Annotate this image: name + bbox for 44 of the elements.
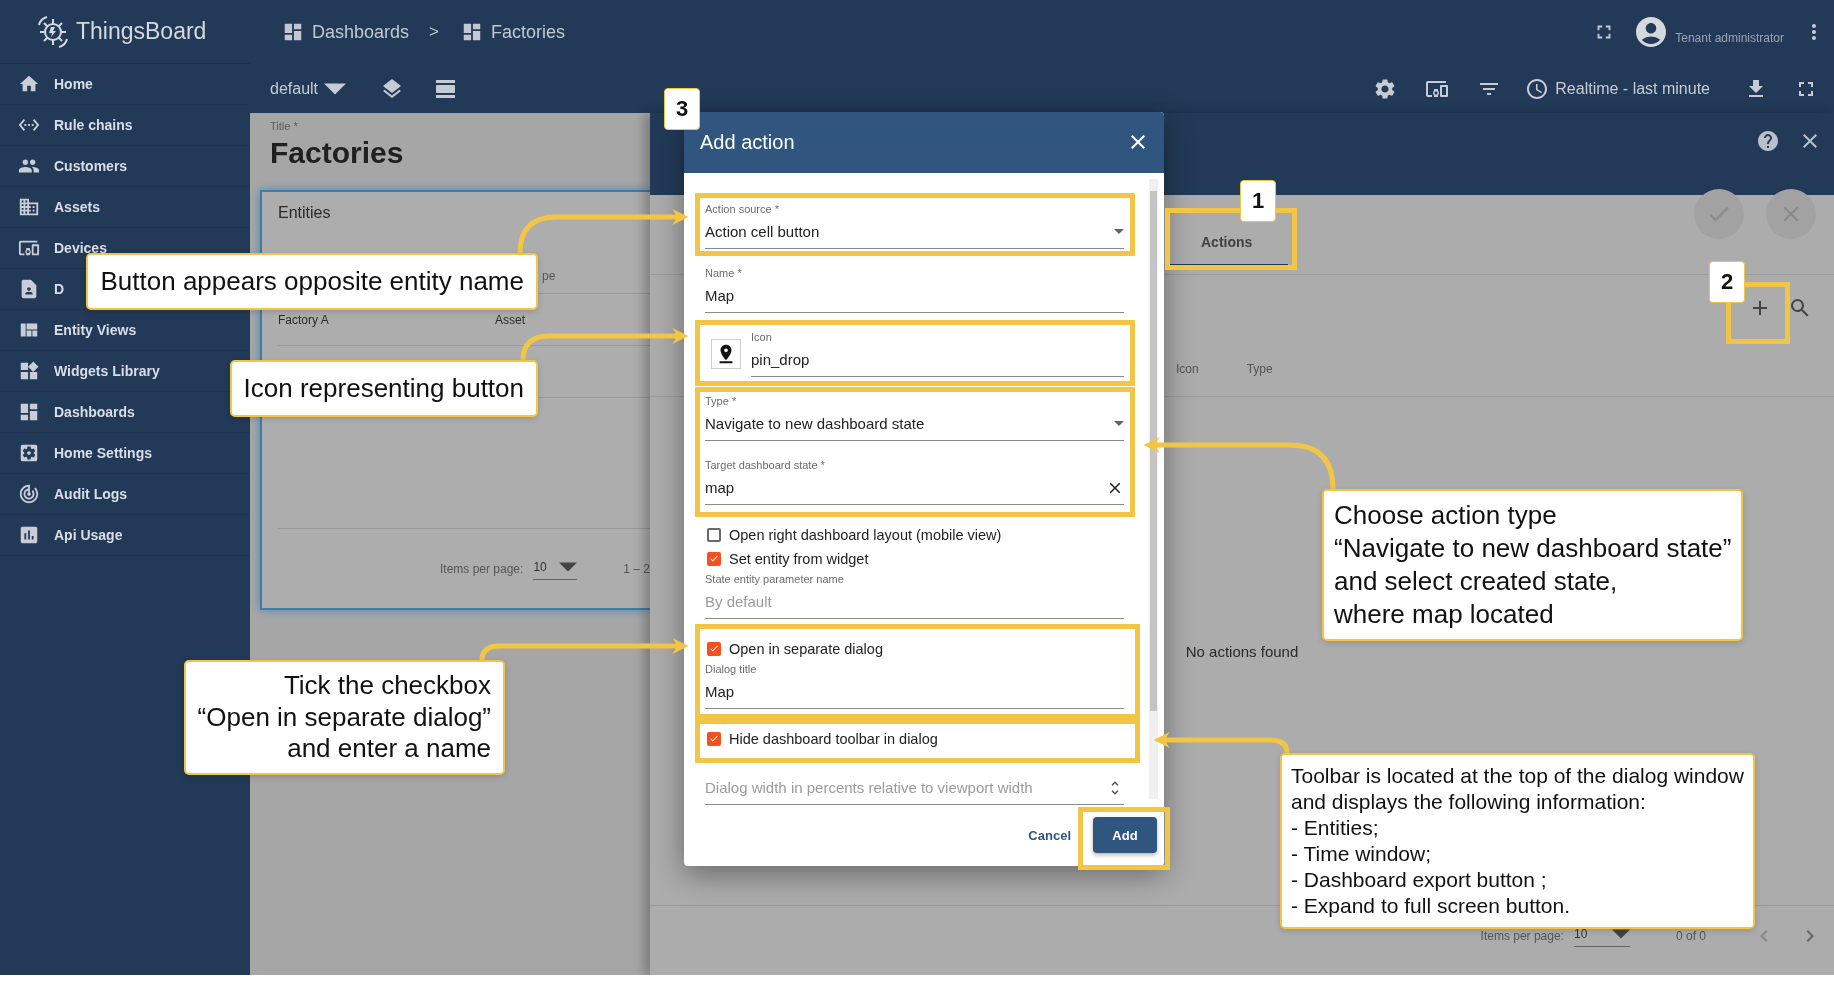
column-header: Icon	[1176, 361, 1199, 376]
placeholder: By default	[705, 591, 772, 612]
step-badge: 2	[1709, 261, 1745, 303]
placeholder: Dialog width in percents relative to viewport width	[705, 777, 1033, 798]
field-label: Name *	[705, 265, 743, 280]
field-label: Type *	[705, 393, 738, 408]
field-value: Action cell button	[705, 221, 820, 242]
callout-tooltip: Toolbar is located at the top of the dialog window and displays the following information: - Entities; - Time window; - Dashboard export button ; - Expand to full screen button.	[1280, 753, 1755, 930]
step-badge: 1	[1240, 180, 1276, 222]
page-range: 0 of 0	[1675, 928, 1706, 943]
callout-tooltip: Choose action type “Navigate to new dashboard state” and select created state, where map located	[1322, 489, 1744, 642]
field-label: Dialog title	[705, 661, 758, 676]
field-value: pin_drop	[751, 349, 810, 370]
pager-label: Items per page:	[1480, 928, 1564, 943]
field-value: Navigate to new dashboard state	[705, 413, 925, 434]
breadcrumb-separator: >	[429, 22, 439, 42]
field-label: Target dashboard state *	[705, 457, 826, 472]
checkbox-label: Hide dashboard toolbar in dialog	[729, 730, 938, 747]
step-badge: 3	[664, 88, 700, 130]
column-header: pe	[542, 268, 556, 283]
field-value: map	[705, 477, 735, 498]
column-header: Type	[1246, 361, 1273, 376]
brand-name: ThingsBoard	[76, 18, 207, 45]
dialog-title: Add action	[700, 130, 795, 154]
widget-title: Entities	[278, 204, 331, 223]
checkbox-label: Set entity from widget	[729, 550, 869, 567]
user-role: Tenant administrator	[1675, 31, 1784, 45]
empty-message: No actions found	[1185, 642, 1299, 660]
field-label: Action source *	[705, 201, 780, 216]
callout-tooltip: Button appears opposite entity name	[86, 253, 538, 311]
field-value: Map	[705, 681, 735, 702]
field-label: State entity parameter name	[705, 571, 845, 586]
table-cell-text: Factory A	[278, 312, 330, 327]
callout-tooltip: Tick the checkbox “Open in separate dialog” and enter a name	[183, 660, 505, 776]
pager-label: Items per page:	[440, 561, 524, 576]
field-label: Icon	[751, 329, 773, 344]
checkbox-label: Open in separate dialog	[729, 640, 883, 657]
page-range: 1 – 2	[623, 561, 650, 576]
dashboard-title: Factories	[269, 135, 405, 171]
field-label: Title *	[269, 120, 299, 132]
table-cell: Asset	[495, 312, 525, 327]
checkbox-label: Open right dashboard layout (mobile view)	[729, 526, 1002, 543]
field-value: Map	[705, 285, 735, 306]
callout-tooltip: Icon representing button	[229, 360, 538, 418]
